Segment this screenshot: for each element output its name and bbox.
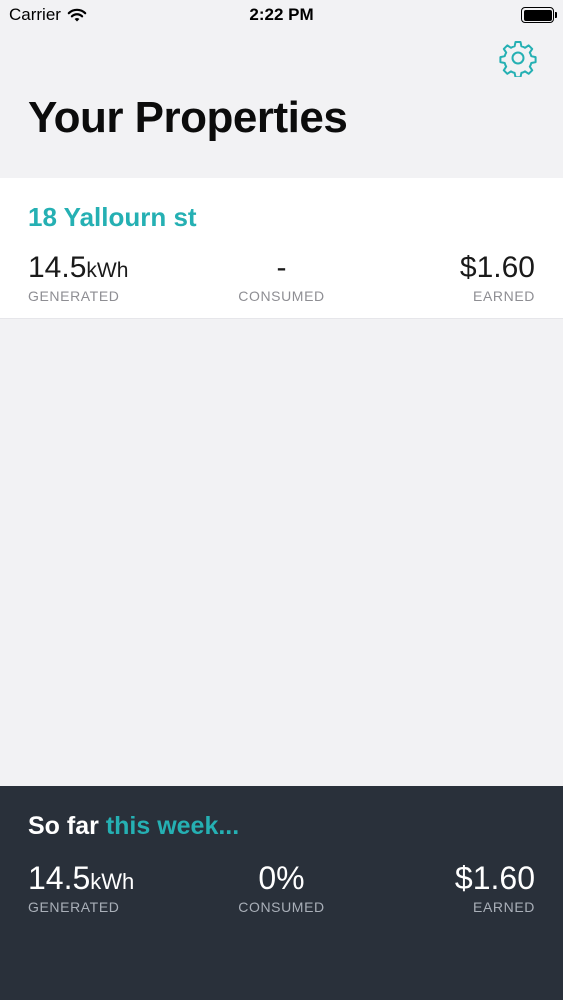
week-title-accent: this week... — [105, 812, 240, 840]
settings-button[interactable] — [499, 39, 537, 79]
gear-icon — [499, 41, 537, 79]
battery-level — [523, 9, 552, 21]
status-time: 2:22 PM — [249, 5, 314, 24]
property-name: 18 Yallourn st — [28, 202, 197, 232]
earned-stat: $1.60 EARNED — [460, 251, 535, 304]
status-bar: Carrier 2:22 PM — [0, 0, 563, 30]
week-earned-stat: $1.60 EARNED — [455, 860, 535, 915]
week-earned-value: $1.60 — [454, 860, 535, 896]
week-summary-title: So far this week... — [28, 812, 239, 841]
page-title: Your Properties — [28, 93, 348, 142]
property-card[interactable]: 18 Yallourn st 14.5kWh GENERATED - CONSU… — [0, 178, 563, 319]
week-earned-label: EARNED — [473, 899, 535, 915]
week-title-prefix: So far — [28, 812, 99, 840]
earned-label: EARNED — [473, 288, 535, 304]
earned-value: $1.60 — [459, 251, 535, 284]
week-summary-panel: So far this week... 14.5kWh GENERATED 0%… — [0, 786, 563, 1000]
battery-icon — [521, 7, 557, 23]
